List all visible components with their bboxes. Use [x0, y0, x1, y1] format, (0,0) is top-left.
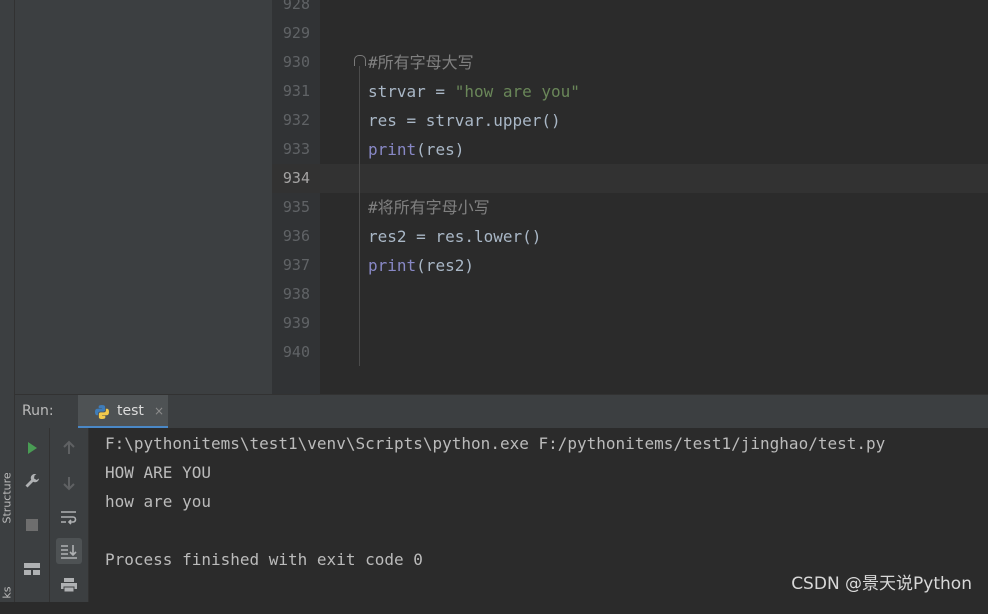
console-line: how are you	[105, 492, 211, 511]
line-number: 937	[282, 256, 310, 274]
code-line[interactable]: 939	[272, 309, 988, 338]
run-tab-title: test	[117, 403, 144, 419]
editor-bottom-area	[272, 368, 988, 394]
arrow-up-icon[interactable]	[56, 435, 82, 461]
code-token: res = strvar.upper()	[368, 111, 561, 130]
run-label: Run:	[22, 403, 54, 419]
console-line: HOW ARE YOU	[105, 463, 211, 482]
line-number: 939	[282, 314, 310, 332]
code-token: strvar =	[368, 82, 455, 101]
code-text: res = strvar.upper()	[368, 106, 561, 135]
line-number: 932	[282, 111, 310, 129]
fold-marker-icon[interactable]	[354, 55, 366, 66]
code-line[interactable]: 938	[272, 280, 988, 309]
code-token: print	[368, 140, 417, 159]
wrench-icon[interactable]	[19, 468, 45, 494]
code-line[interactable]: 928	[272, 0, 988, 19]
project-panel	[15, 0, 272, 394]
code-line[interactable]: 936 res2 = res.lower()	[272, 222, 988, 251]
code-token: print	[368, 256, 417, 275]
code-text: print(res2)	[368, 251, 474, 280]
code-text: #所有字母大写	[368, 48, 474, 77]
indent-guide	[359, 64, 360, 366]
python-icon	[95, 405, 109, 419]
code-token: #将所有字母小写	[368, 198, 490, 217]
line-number: 928	[282, 0, 310, 13]
left-tool-strip: Structure ks	[0, 0, 15, 602]
code-line[interactable]: 940	[272, 338, 988, 367]
rerun-icon[interactable]	[19, 435, 45, 461]
stop-icon[interactable]	[19, 512, 45, 538]
close-tab-icon[interactable]: ×	[154, 404, 164, 418]
run-toolbar-secondary	[50, 428, 89, 602]
code-token: (res2)	[416, 256, 474, 275]
code-token: (res)	[416, 140, 465, 159]
code-line[interactable]: 931 strvar = "how are you"	[272, 77, 988, 106]
code-editor[interactable]: 928 929 930 #所有字母大写 931 strvar = "how are you…	[272, 0, 988, 394]
code-line[interactable]: 934	[272, 164, 988, 193]
code-text: print(res)	[368, 135, 464, 164]
line-number: 929	[282, 24, 310, 42]
console-line: Process finished with exit code 0	[105, 550, 423, 569]
code-text: strvar = "how are you"	[368, 77, 580, 106]
code-line[interactable]: 929	[272, 19, 988, 48]
code-line[interactable]: 932 res = strvar.upper()	[272, 106, 988, 135]
line-number: 940	[282, 343, 310, 361]
line-number: 938	[282, 285, 310, 303]
layout-icon[interactable]	[19, 556, 45, 582]
run-tab-test[interactable]: test ×	[78, 395, 168, 429]
watermark: CSDN @景天说Python	[791, 574, 972, 594]
arrow-down-icon[interactable]	[56, 470, 82, 496]
run-toolbar-primary	[15, 428, 50, 602]
line-number: 930	[282, 53, 310, 71]
line-number: 934	[282, 169, 310, 187]
line-number: 931	[282, 82, 310, 100]
code-text: res2 = res.lower()	[368, 222, 541, 251]
code-token: "how are you"	[454, 82, 580, 101]
bookmarks-tool-tab[interactable]: ks	[1, 572, 14, 614]
code-token: res2 = res.lower()	[368, 227, 542, 246]
code-line[interactable]: 930 #所有字母大写	[272, 48, 988, 77]
code-token: #所有字母大写	[368, 53, 474, 72]
code-text: #将所有字母小写	[368, 193, 490, 222]
line-number: 935	[282, 198, 310, 216]
soft-wrap-icon[interactable]	[56, 504, 82, 530]
scroll-to-end-icon[interactable]	[56, 538, 82, 564]
console-line: F:\pythonitems\test1\venv\Scripts\python…	[105, 434, 886, 453]
run-tool-header: Run: test ×	[15, 394, 988, 429]
code-line[interactable]: 937 print(res2)	[272, 251, 988, 280]
print-icon[interactable]	[56, 572, 82, 598]
code-line[interactable]: 935 #将所有字母小写	[272, 193, 988, 222]
structure-tool-tab[interactable]: Structure	[1, 472, 14, 523]
code-line[interactable]: 933 print(res)	[272, 135, 988, 164]
line-number: 936	[282, 227, 310, 245]
line-number: 933	[282, 140, 310, 158]
